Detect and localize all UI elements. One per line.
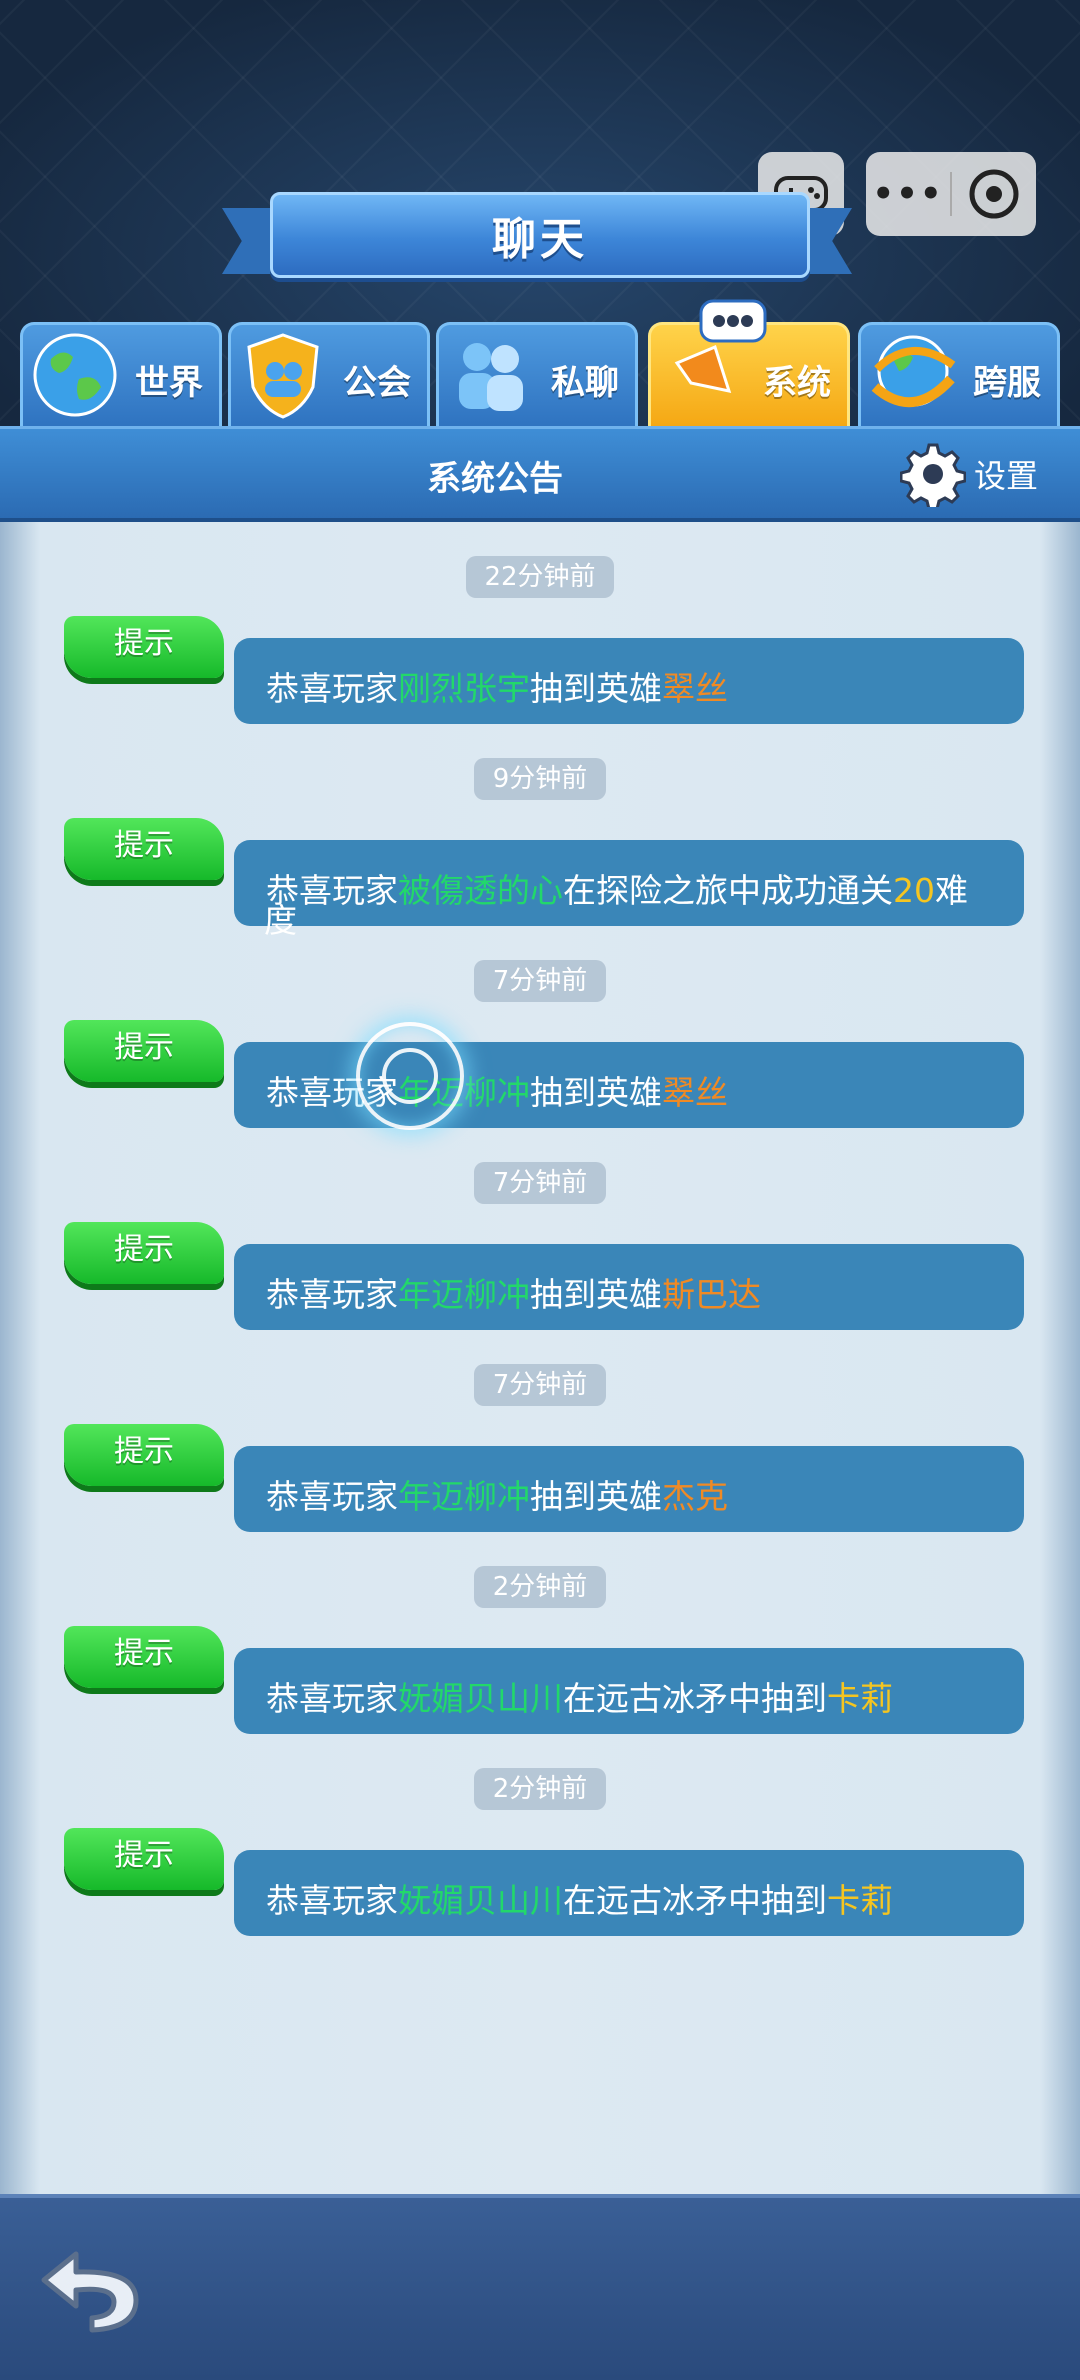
tab-guild[interactable]: 公会 xyxy=(228,322,430,426)
back-arrow-icon[interactable] xyxy=(36,2244,146,2334)
list-item: 7分钟前 提示 恭喜玩家年迈柳冲抽到英雄翠丝 xyxy=(0,960,1080,1160)
message-bubble: 恭喜玩家年迈柳冲抽到英雄斯巴达 xyxy=(234,1244,1024,1330)
tab-system-label: 系统 xyxy=(763,363,831,403)
tab-cross-server-label: 跨服 xyxy=(973,363,1041,403)
message-prefix: 恭喜玩家 xyxy=(266,1881,398,1920)
tab-world-label: 世界 xyxy=(135,363,203,403)
settings-button[interactable]: 设置 xyxy=(900,439,1038,509)
message-mid: 抽到英雄 xyxy=(530,669,662,708)
message-text: 恭喜玩家妩媚贝山川在远古冰矛中抽到卡莉 xyxy=(266,1876,1026,1926)
bottom-bar xyxy=(0,2194,1080,2380)
tab-guild-label: 公会 xyxy=(343,363,411,403)
cross-server-icon xyxy=(871,335,956,408)
reward-name: 杰克 xyxy=(662,1477,728,1516)
player-name: 年迈柳冲 xyxy=(398,1275,530,1314)
tab-cross-server[interactable]: 跨服 xyxy=(858,322,1060,426)
page-title: 聊天 xyxy=(492,214,588,265)
list-item: 2分钟前 提示 恭喜玩家妩媚贝山川在远古冰矛中抽到卡莉 xyxy=(0,1768,1080,1968)
globe-icon xyxy=(33,333,117,417)
ribbon-banner: 聊天 xyxy=(270,192,810,278)
player-name: 刚烈张宇 xyxy=(398,669,530,708)
message-prefix: 恭喜玩家 xyxy=(266,1477,398,1516)
message-time: 2分钟前 xyxy=(474,1768,606,1810)
message-mid: 抽到英雄 xyxy=(530,1275,662,1314)
tab-private-chat[interactable]: 私聊 xyxy=(436,322,638,426)
message-bubble: 恭喜玩家年迈柳冲抽到英雄翠丝 xyxy=(234,1042,1024,1128)
message-prefix: 恭喜玩家 xyxy=(266,1275,398,1314)
player-name: 被傷透的心 xyxy=(398,871,563,910)
target-close-icon xyxy=(969,169,1019,219)
message-text: 恭喜玩家刚烈张宇抽到英雄翠丝 xyxy=(266,664,1026,714)
settings-label: 设置 xyxy=(974,457,1039,495)
hint-tag: 提示 xyxy=(64,818,224,880)
hint-tag: 提示 xyxy=(64,616,224,678)
message-bubble: 恭喜玩家妩媚贝山川在远古冰矛中抽到卡莉 xyxy=(234,1850,1024,1936)
message-mid: 在远古冰矛中抽到 xyxy=(563,1679,827,1718)
message-time: 7分钟前 xyxy=(474,1364,606,1406)
message-text: 恭喜玩家妩媚贝山川在远古冰矛中抽到卡莉 xyxy=(266,1674,1026,1724)
reward-name: 翠丝 xyxy=(662,1073,728,1112)
message-time: 2分钟前 xyxy=(474,1566,606,1608)
gear-icon xyxy=(900,443,966,507)
list-item: 9分钟前 提示 恭喜玩家被傷透的心在探险之旅中成功通关20难 度 xyxy=(0,758,1080,958)
message-time: 9分钟前 xyxy=(474,758,606,800)
list-item: 2分钟前 提示 恭喜玩家妩媚贝山川在远古冰矛中抽到卡莉 xyxy=(0,1566,1080,1766)
section-header: 系统公告 设置 xyxy=(0,426,1080,522)
player-name: 妩媚贝山川 xyxy=(398,1679,563,1718)
reward-name: 卡莉 xyxy=(827,1881,893,1920)
message-mid: 在探险之旅中成功通关 xyxy=(563,871,893,910)
player-name: 年迈柳冲 xyxy=(398,1477,530,1516)
message-text: 恭喜玩家年迈柳冲抽到英雄斯巴达 xyxy=(266,1270,1026,1320)
message-tail: 难 xyxy=(935,871,968,910)
message-prefix: 恭喜玩家 xyxy=(266,669,398,708)
list-item: 7分钟前 提示 恭喜玩家年迈柳冲抽到英雄杰克 xyxy=(0,1364,1080,1564)
reward-name: 20 xyxy=(893,871,935,910)
message-overflow-text: 度 xyxy=(264,901,297,940)
message-text: 恭喜玩家被傷透的心在探险之旅中成功通关20难 xyxy=(266,866,1026,916)
list-item: 7分钟前 提示 恭喜玩家年迈柳冲抽到英雄斯巴达 xyxy=(0,1162,1080,1362)
player-name: 妩媚贝山川 xyxy=(398,1881,563,1920)
hint-tag: 提示 xyxy=(64,1828,224,1890)
reward-name: 卡莉 xyxy=(827,1679,893,1718)
message-mid: 在远古冰矛中抽到 xyxy=(563,1881,827,1920)
hint-tag: 提示 xyxy=(64,1626,224,1688)
hint-tag: 提示 xyxy=(64,1222,224,1284)
message-bubble: 恭喜玩家被傷透的心在探险之旅中成功通关20难 xyxy=(234,840,1024,926)
message-text: 恭喜玩家年迈柳冲抽到英雄杰克 xyxy=(266,1472,1026,1522)
message-mid: 抽到英雄 xyxy=(530,1073,662,1112)
section-title: 系统公告 xyxy=(427,459,563,499)
guild-shield-icon xyxy=(247,333,319,419)
message-bubble: 恭喜玩家刚烈张宇抽到英雄翠丝 xyxy=(234,638,1024,724)
message-prefix: 恭喜玩家 xyxy=(266,1679,398,1718)
message-bubble: 恭喜玩家妩媚贝山川在远古冰矛中抽到卡莉 xyxy=(234,1648,1024,1734)
tab-world[interactable]: 世界 xyxy=(20,322,222,426)
message-time: 7分钟前 xyxy=(474,960,606,1002)
private-chat-icon xyxy=(459,343,523,411)
reward-name: 斯巴达 xyxy=(662,1275,761,1314)
title-ribbon: 聊天 xyxy=(222,192,852,292)
more-dots-icon[interactable]: ••• xyxy=(866,174,950,214)
hint-tag: 提示 xyxy=(64,1424,224,1486)
message-mid: 抽到英雄 xyxy=(530,1477,662,1516)
tab-private-chat-label: 私聊 xyxy=(551,363,619,403)
message-time: 22分钟前 xyxy=(466,556,614,598)
list-item: 22分钟前 提示 恭喜玩家刚烈张宇抽到英雄翠丝 xyxy=(0,556,1080,756)
reward-name: 翠丝 xyxy=(662,669,728,708)
tab-system[interactable]: 系统 xyxy=(648,299,850,426)
message-time: 7分钟前 xyxy=(474,1162,606,1204)
message-bubble: 恭喜玩家年迈柳冲抽到英雄杰克 xyxy=(234,1446,1024,1532)
capsule-menu: ••• xyxy=(866,152,1036,236)
megaphone-icon xyxy=(674,299,767,393)
close-capsule-button[interactable] xyxy=(952,168,1036,220)
hint-tag: 提示 xyxy=(64,1020,224,1082)
touch-ripple xyxy=(356,1022,464,1130)
